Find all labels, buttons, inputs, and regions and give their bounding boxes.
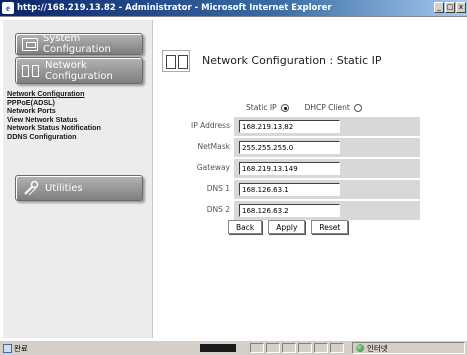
main-content: Network Configuration : Static IP Static… xyxy=(156,20,462,338)
form-row-ip-address: IP Address xyxy=(156,116,456,137)
progress-bar xyxy=(200,344,236,352)
browser-page: System Configuration Network Configurati… xyxy=(0,16,467,340)
form-row-netmask: NetMask xyxy=(156,137,456,158)
window-controls: _ □ x xyxy=(434,2,466,13)
system-configuration-button[interactable]: System Configuration xyxy=(15,33,143,55)
status-done: 완료 xyxy=(0,343,200,354)
globe-icon xyxy=(356,344,364,352)
status-panes xyxy=(250,343,344,353)
close-button[interactable]: x xyxy=(456,2,466,13)
dns1-label: DNS 1 xyxy=(206,184,230,193)
netmask-label: NetMask xyxy=(197,142,230,151)
netmask-input[interactable] xyxy=(239,141,340,154)
page-icon xyxy=(3,343,12,353)
sidebar-link-list: Network Configuration PPPoE(ADSL) Networ… xyxy=(7,89,149,142)
status-bar: 완료 인터넷 xyxy=(0,340,467,355)
network-config-icon xyxy=(162,50,190,72)
security-zone: 인터넷 xyxy=(352,342,465,354)
form-row-dns2: DNS 2 xyxy=(156,200,456,221)
utilities-button[interactable]: Utilities xyxy=(15,175,143,201)
apply-button[interactable]: Apply xyxy=(268,220,306,234)
form-row-dns1: DNS 1 xyxy=(156,179,456,200)
monitor-icon xyxy=(22,37,38,51)
status-text: 완료 xyxy=(14,343,28,353)
dhcp-client-label: DHCP Client xyxy=(304,103,350,112)
window-title-bar: e http://168.219.13.82 - Administrator -… xyxy=(0,0,467,16)
zone-text: 인터넷 xyxy=(367,343,388,353)
ip-address-label: IP Address xyxy=(191,121,230,130)
sidebar: System Configuration Network Configurati… xyxy=(3,20,153,338)
utilities-label: Utilities xyxy=(45,182,83,194)
window-title: http://168.219.13.82 - Administrator - M… xyxy=(17,3,332,13)
reset-button[interactable]: Reset xyxy=(311,220,349,234)
ie-icon: e xyxy=(2,2,14,14)
form-actions: Back Apply Reset xyxy=(228,220,349,234)
network-configuration-button[interactable]: Network Configuration xyxy=(15,57,143,84)
status-pane xyxy=(314,343,328,353)
network-configuration-label: Network Configuration xyxy=(45,59,113,82)
page-title: Network Configuration : Static IP xyxy=(202,54,382,67)
ip-settings-form: IP Address NetMask Gateway DNS 1 DNS 2 xyxy=(156,116,456,221)
static-ip-label: Static IP xyxy=(246,103,277,112)
status-pane xyxy=(298,343,312,353)
dns2-label: DNS 2 xyxy=(206,205,230,214)
sidebar-link-ddns-configuration[interactable]: DDNS Configuration xyxy=(7,132,149,142)
form-row-gateway: Gateway xyxy=(156,158,456,179)
network-icon xyxy=(22,64,40,78)
system-configuration-label: System Configuration xyxy=(43,33,111,55)
dns1-input[interactable] xyxy=(239,183,340,196)
gateway-label: Gateway xyxy=(196,163,230,172)
status-pane xyxy=(250,343,264,353)
ip-address-input[interactable] xyxy=(239,120,340,133)
status-pane xyxy=(330,343,344,353)
minimize-button[interactable]: _ xyxy=(434,2,444,13)
back-button[interactable]: Back xyxy=(228,220,263,234)
dns2-input[interactable] xyxy=(239,204,340,217)
status-pane xyxy=(282,343,296,353)
wrench-icon xyxy=(24,180,39,196)
ip-mode-selector: Static IP DHCP Client xyxy=(246,103,362,112)
gateway-input[interactable] xyxy=(239,162,340,175)
static-ip-radio[interactable] xyxy=(280,103,289,112)
status-pane xyxy=(266,343,280,353)
dhcp-client-radio[interactable] xyxy=(353,103,362,112)
maximize-button[interactable]: □ xyxy=(445,2,455,13)
